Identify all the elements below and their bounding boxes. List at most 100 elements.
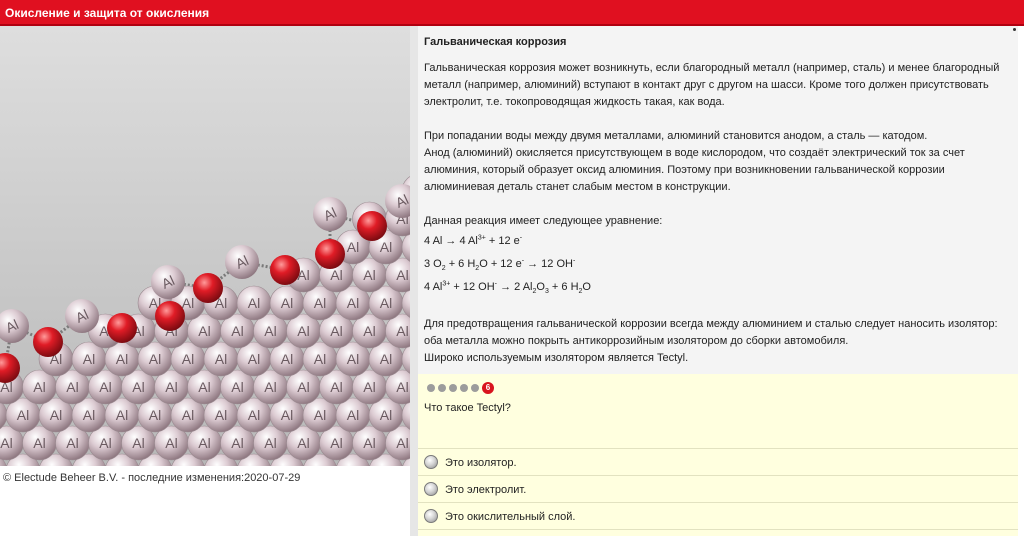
svg-text:Al: Al: [314, 463, 326, 466]
radio-button-icon[interactable]: [424, 455, 438, 469]
svg-text:Al: Al: [264, 323, 276, 339]
radio-button-icon[interactable]: [424, 509, 438, 523]
current-step-badge[interactable]: 6: [482, 382, 494, 395]
left-pane: Al Al Al Al Al Al Al Al Al Al Al Al Al Al Al Al Al Al Al Al…: [0, 26, 410, 536]
svg-text:Al: Al: [99, 379, 111, 395]
answer-option-3[interactable]: Это окислительный слой.: [418, 503, 1018, 530]
svg-text:Al: Al: [182, 351, 194, 367]
svg-text:Al: Al: [330, 379, 342, 395]
al-oxide-molecule-illustration: Al Al Al Al Al Al Al Al Al Al Al Al Al Al Al Al Al Al Al Al…: [0, 26, 410, 466]
svg-text:Al: Al: [248, 295, 260, 311]
svg-text:Al: Al: [149, 351, 161, 367]
svg-text:Al: Al: [363, 435, 375, 451]
svg-text:Al: Al: [281, 407, 293, 423]
svg-text:Al: Al: [198, 379, 210, 395]
svg-text:Al: Al: [264, 379, 276, 395]
svg-text:Al: Al: [215, 407, 227, 423]
svg-text:Al: Al: [380, 407, 392, 423]
article-sentence: При попадании воды между двумя металлами…: [424, 130, 928, 142]
pane-divider[interactable]: [410, 26, 418, 536]
svg-text:Al: Al: [66, 435, 78, 451]
progress-dot[interactable]: [460, 384, 468, 393]
svg-text:Al: Al: [281, 295, 293, 311]
svg-text:Al: Al: [330, 435, 342, 451]
article-sentence: Широко используемым изолятором является …: [424, 352, 689, 364]
svg-text:Al: Al: [116, 463, 128, 466]
svg-text:Al: Al: [116, 407, 128, 423]
equation-1: 4 Al → 4 Al3+ + 12 e-: [424, 234, 523, 247]
svg-text:Al: Al: [380, 463, 392, 466]
answer-label: Это изолятор.: [445, 457, 517, 469]
al-atom: Al: [236, 285, 272, 321]
svg-text:Al: Al: [17, 463, 29, 466]
content-pane: Гальваническая коррозия Гальваническая к…: [418, 26, 1018, 536]
equation-2: 3 O2 + 6 H2O + 12 e- → 12 OH-: [424, 257, 576, 273]
svg-text:Al: Al: [149, 407, 161, 423]
title-bar: Окисление и защита от окисления: [0, 0, 1024, 26]
svg-text:Al: Al: [281, 351, 293, 367]
scroll-indicator: [1013, 28, 1016, 31]
svg-text:Al: Al: [0, 435, 12, 451]
answer-option-1[interactable]: Это изолятор.: [418, 449, 1018, 476]
svg-text:Al: Al: [165, 435, 177, 451]
svg-text:Al: Al: [66, 379, 78, 395]
svg-text:Al: Al: [83, 407, 95, 423]
svg-text:Al: Al: [396, 267, 408, 283]
svg-text:Al: Al: [281, 463, 293, 466]
svg-text:Al: Al: [330, 267, 342, 283]
svg-text:Al: Al: [50, 407, 62, 423]
svg-text:Al: Al: [248, 407, 260, 423]
svg-text:Al: Al: [33, 379, 45, 395]
quiz-question: Что такое Tectyl?: [424, 402, 511, 414]
svg-text:Al: Al: [396, 323, 408, 339]
answer-option-2[interactable]: Это электролит.: [418, 476, 1018, 503]
svg-text:Al: Al: [248, 351, 260, 367]
quiz-progress: 6: [427, 382, 494, 395]
svg-text:Al: Al: [396, 379, 408, 395]
article: Гальваническая коррозия Гальваническая к…: [424, 34, 1009, 384]
al-atom: Al: [151, 265, 185, 299]
article-paragraph: Гальваническая коррозия может возникнуть…: [424, 62, 1000, 108]
svg-text:Al: Al: [182, 463, 194, 466]
progress-dot[interactable]: [438, 384, 446, 393]
al-atom: Al: [313, 197, 347, 231]
svg-text:Al: Al: [380, 351, 392, 367]
radio-button-icon[interactable]: [424, 482, 438, 496]
svg-text:Al: Al: [99, 435, 111, 451]
article-paragraph: При попадании воды между двумя металлами…: [424, 128, 1009, 196]
article-sentence: Для предотвращения гальванической корроз…: [424, 318, 998, 347]
svg-text:Al: Al: [50, 463, 62, 466]
svg-text:Al: Al: [297, 323, 309, 339]
progress-dot[interactable]: [427, 384, 435, 393]
oxygen-atom: [33, 327, 63, 357]
svg-text:Al: Al: [17, 407, 29, 423]
svg-text:Al: Al: [215, 463, 227, 466]
progress-dot[interactable]: [471, 384, 479, 393]
page-title: Окисление и защита от окисления: [5, 6, 210, 20]
svg-text:Al: Al: [165, 379, 177, 395]
svg-text:Al: Al: [248, 463, 260, 466]
al-atom: Al: [225, 245, 259, 279]
svg-text:Al: Al: [396, 435, 408, 451]
svg-text:Al: Al: [297, 379, 309, 395]
svg-text:Al: Al: [149, 463, 161, 466]
svg-text:Al: Al: [347, 295, 359, 311]
svg-text:Al: Al: [314, 295, 326, 311]
svg-text:Al: Al: [132, 435, 144, 451]
svg-text:Al: Al: [83, 463, 95, 466]
svg-text:Al: Al: [182, 407, 194, 423]
progress-dot[interactable]: [449, 384, 457, 393]
svg-text:Al: Al: [198, 435, 210, 451]
svg-text:Al: Al: [380, 239, 392, 255]
oxygen-atom: [193, 273, 223, 303]
svg-text:Al: Al: [231, 323, 243, 339]
svg-text:Al: Al: [231, 379, 243, 395]
equation-intro: Данная реакция имеет следующее уравнение…: [424, 215, 663, 227]
article-paragraph: Для предотвращения гальванической корроз…: [424, 316, 1009, 367]
svg-text:Al: Al: [83, 351, 95, 367]
svg-text:Al: Al: [314, 407, 326, 423]
svg-text:Al: Al: [198, 323, 210, 339]
answer-list: Это изолятор. Это электролит. Это окисли…: [418, 448, 1018, 530]
answer-label: Это окислительный слой.: [445, 511, 576, 523]
quiz-panel: 6 Что такое Tectyl? Это изолятор. Это эл…: [418, 374, 1018, 536]
